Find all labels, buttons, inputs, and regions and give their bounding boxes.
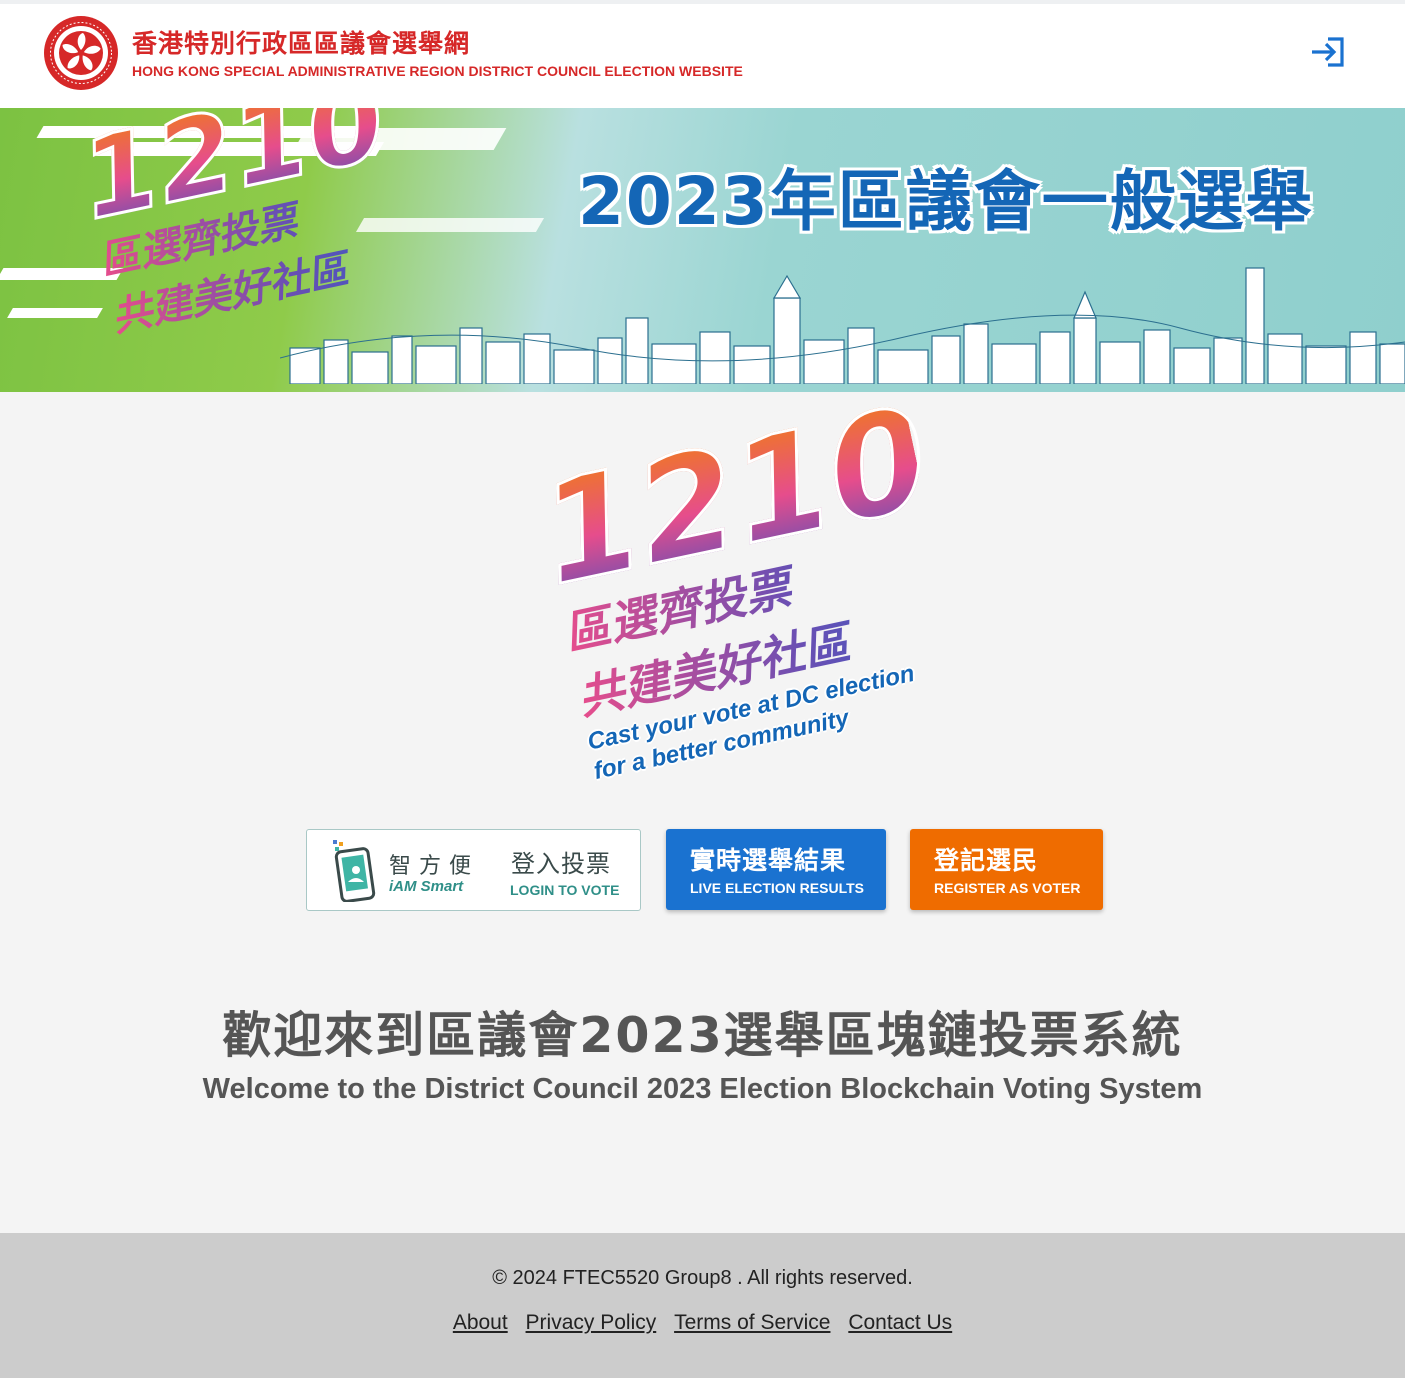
hksar-emblem-icon <box>44 16 118 90</box>
header-top-edge <box>0 0 1405 4</box>
site-title-en: HONG KONG SPECIAL ADMINISTRATIVE REGION … <box>132 63 743 79</box>
register-label-en: REGISTER AS VOTER <box>934 880 1081 896</box>
footer-links: About Privacy Policy Terms of Service Co… <box>0 1311 1405 1335</box>
site-title-zh: 香港特別行政區區議會選舉網 <box>132 29 471 58</box>
register-label-zh: 登記選民 <box>934 846 1039 875</box>
footer-link-contact-us[interactable]: Contact Us <box>848 1311 952 1334</box>
register-as-voter-button[interactable]: 登記選民 REGISTER AS VOTER <box>910 829 1103 910</box>
banner-title: 2023年區議會一般選舉 <box>578 163 1314 240</box>
login-to-vote-label-zh: 登入投票 <box>511 850 611 878</box>
login-button[interactable] <box>1308 34 1348 70</box>
iam-smart-brand-zh: 智方便 <box>389 854 480 879</box>
footer-link-about[interactable]: About <box>453 1311 508 1334</box>
campaign-logo: 1210 區選齊投票 共建美好社區 Cast your vote at DC e… <box>526 376 968 785</box>
election-banner: 2023年區議會一般選舉 1210 區選齊投票 共建美好社區 <box>0 108 1405 392</box>
login-icon <box>1312 37 1344 67</box>
site-header: 香港特別行政區區議會選舉網 HONG KONG SPECIAL ADMINIST… <box>0 0 1405 108</box>
iam-smart-login-button[interactable]: 智方便 iAM Smart 登入投票 LOGIN TO VOTE <box>306 829 641 911</box>
footer-link-privacy-policy[interactable]: Privacy Policy <box>526 1311 657 1334</box>
welcome-heading-zh: 歡迎來到區議會2023選舉區塊鏈投票系統 <box>222 1007 1183 1064</box>
iam-smart-brand-en: iAM Smart <box>389 878 464 895</box>
welcome-heading-en: Welcome to the District Council 2023 Ele… <box>202 1073 1203 1105</box>
live-results-label-en: LIVE ELECTION RESULTS <box>690 880 864 896</box>
site-footer: © 2024 FTEC5520 Group8 . All rights rese… <box>0 1233 1405 1378</box>
login-to-vote-label-en: LOGIN TO VOTE <box>510 882 620 898</box>
footer-link-terms-of-service[interactable]: Terms of Service <box>674 1311 830 1334</box>
banner-stripe <box>7 308 103 318</box>
skyline-illustration <box>280 267 1405 384</box>
live-election-results-button[interactable]: 實時選舉結果 LIVE ELECTION RESULTS <box>666 829 886 910</box>
copyright-text: © 2024 FTEC5520 Group8 . All rights rese… <box>492 1267 913 1289</box>
live-results-label-zh: 實時選舉結果 <box>690 846 847 875</box>
iam-smart-phone-icon <box>333 840 376 902</box>
